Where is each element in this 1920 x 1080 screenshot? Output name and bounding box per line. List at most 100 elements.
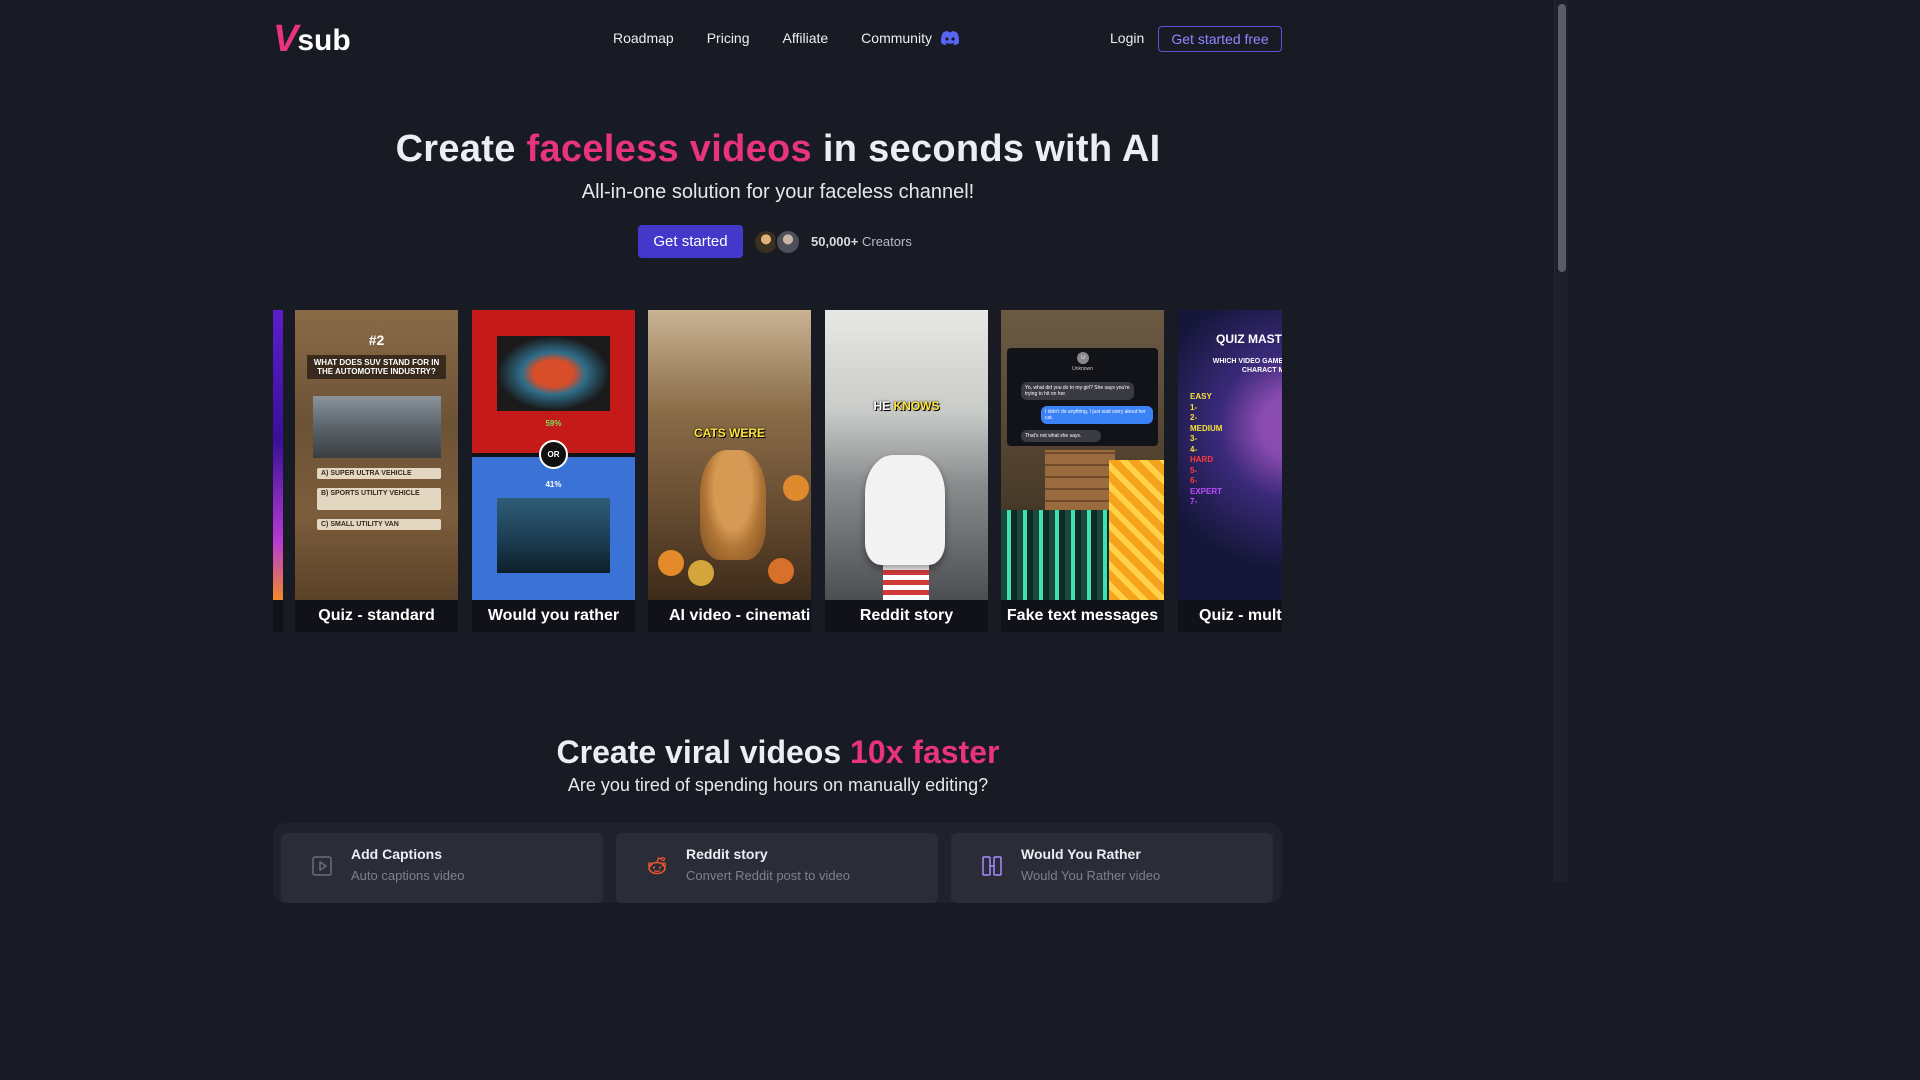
creators-label: Creators: [861, 234, 912, 249]
caption-overlay: HE KNOWS: [825, 399, 988, 413]
nav-link-affiliate[interactable]: Affiliate: [783, 30, 829, 46]
feature-title: Add Captions: [351, 846, 442, 862]
template-thumbnail: 59% 41% OR: [472, 310, 635, 600]
page-scrollbar[interactable]: [1554, 0, 1568, 882]
quiz-question: WHAT DOES SUV STAND FOR IN THE AUTOMOTIV…: [307, 355, 446, 379]
creator-avatars: [753, 228, 801, 255]
nav-link-roadmap[interactable]: Roadmap: [613, 30, 674, 46]
top-navbar: V sub Roadmap Pricing Affiliate Communit…: [273, 18, 1282, 60]
option-b-percent: 41%: [545, 480, 562, 489]
feature-title: Reddit story: [686, 846, 768, 862]
message-incoming: Yo, what did you do to my girl? She says…: [1021, 382, 1134, 400]
level-item: 3-: [1190, 434, 1198, 443]
avatar: [775, 228, 801, 255]
hero-title-accent: faceless videos: [526, 128, 812, 170]
caption-yellow: KNOWS: [893, 399, 940, 413]
level-label: MEDIUM: [1190, 423, 1223, 433]
race-track: [883, 560, 929, 600]
nav-link-pricing[interactable]: Pricing: [707, 30, 750, 46]
or-badge: OR: [539, 440, 568, 469]
creators-number: 50,000+: [811, 234, 859, 249]
feature-description: Convert Reddit post to video: [686, 868, 851, 883]
level-item: 2-: [1190, 413, 1198, 422]
level-item: 6-: [1190, 476, 1198, 485]
hero-title-pre: Create: [395, 128, 527, 170]
contact-avatar: U: [1077, 352, 1089, 364]
hero-subtitle: All-in-one solution for your faceless ch…: [581, 181, 975, 203]
chat-screen: U Unknown Yo, what did you do to my girl…: [1007, 348, 1158, 446]
hero-title-post: in seconds with AI: [811, 128, 1161, 170]
template-card-ai-cinematic[interactable]: CATS WERE AI video - cinematic: [648, 310, 811, 632]
features-panel: Add Captions Auto captions video Reddit …: [273, 823, 1282, 903]
logo-v-mark: V: [273, 18, 298, 60]
level-item: 1-: [1190, 402, 1198, 412]
template-thumbnail: QUIZ MAST WHICH VIDEO GAME F FEATURES A …: [1178, 310, 1282, 600]
feature-card-would-you-rather[interactable]: Would You Rather Would You Rather video: [951, 833, 1273, 903]
get-started-free-button[interactable]: Get started free: [1158, 26, 1282, 52]
get-started-button[interactable]: Get started: [638, 225, 743, 258]
video-template-carousel[interactable]: #2 WHAT DOES SUV STAND FOR IN THE AUTOMO…: [273, 310, 1282, 632]
hero-cta-row: Get started 50,000+ Creators: [638, 225, 912, 258]
contact-name: Unknown: [1072, 366, 1093, 372]
scrollbar-thumb[interactable]: [1558, 4, 1566, 272]
template-thumbnail: CATS WERE: [648, 310, 811, 600]
template-card-reddit-story[interactable]: HE KNOWS Reddit story: [825, 310, 988, 632]
template-thumbnail: HE KNOWS: [825, 310, 988, 600]
minecraft-ore: [1001, 510, 1109, 600]
creators-count: 50,000+ Creators: [811, 234, 912, 249]
section-subtitle: Are you tired of spending hours on manua…: [567, 775, 989, 795]
quiz-image: [313, 396, 441, 458]
quiz-title: QUIZ MAST: [1216, 332, 1282, 346]
template-label: Would you rather: [472, 600, 635, 632]
template-label: AI video - cinematic: [648, 600, 811, 632]
quiz-option: A) SUPER ULTRA VEHICLE: [317, 468, 441, 479]
split-columns-icon: [982, 856, 1002, 876]
nav-link-community[interactable]: Community: [861, 30, 960, 46]
template-label: Fake text messages: [1001, 600, 1164, 632]
feature-card-add-captions[interactable]: Add Captions Auto captions video: [281, 833, 603, 903]
level-item: 5-: [1190, 465, 1198, 475]
vsub-logo[interactable]: V sub: [273, 18, 351, 60]
template-card-fake-text[interactable]: U Unknown Yo, what did you do to my girl…: [1001, 310, 1164, 632]
option-b-image: [497, 498, 610, 573]
template-card-quiz-standard[interactable]: #2 WHAT DOES SUV STAND FOR IN THE AUTOMO…: [295, 310, 458, 632]
template-label: Quiz - standard: [295, 600, 458, 632]
hero-title: Create faceless videos in seconds with A…: [0, 128, 1556, 171]
feature-description: Auto captions video: [351, 868, 465, 883]
section-title-pre: Create viral videos: [556, 734, 851, 770]
fruit: [768, 558, 794, 584]
level-label: EASY: [1190, 392, 1212, 401]
feature-card-reddit-story[interactable]: Reddit story Convert Reddit post to vide…: [616, 833, 938, 903]
fruit: [688, 560, 714, 586]
car: [865, 455, 945, 565]
section-title-accent: 10x faster: [850, 734, 1000, 770]
template-thumbnail: #2 WHAT DOES SUV STAND FOR IN THE AUTOMO…: [295, 310, 458, 600]
minecraft-lava: [1109, 460, 1164, 600]
quiz-question: WHICH VIDEO GAME F FEATURES A CHARACT MA…: [1212, 358, 1282, 374]
template-card-would-you-rather[interactable]: 59% 41% OR Would you rather: [472, 310, 635, 632]
nav-link-community-label: Community: [861, 30, 932, 46]
fruit: [658, 550, 684, 576]
message-outgoing: I didn't do anything, I just said sorry …: [1041, 406, 1153, 424]
fruit: [783, 475, 809, 501]
option-a-image: [497, 336, 610, 411]
template-label: Reddit story: [825, 600, 988, 632]
discord-icon: [940, 31, 960, 46]
template-label: [273, 600, 283, 632]
option-a-percent: 59%: [545, 419, 562, 428]
logo-text: sub: [297, 24, 351, 57]
quiz-option: B) SPORTS UTILITY VEHICLE: [317, 488, 441, 510]
level-label: EXPERT: [1190, 486, 1223, 496]
feature-description: Would You Rather video: [1021, 868, 1161, 883]
template-card-quiz-multi[interactable]: QUIZ MAST WHICH VIDEO GAME F FEATURES A …: [1178, 310, 1282, 632]
template-thumbnail: U Unknown Yo, what did you do to my girl…: [1001, 310, 1164, 600]
level-item: 7-: [1190, 497, 1198, 506]
reddit-icon: [647, 856, 667, 875]
template-thumbnail: [273, 310, 283, 600]
template-card[interactable]: [273, 310, 283, 632]
play-square-icon: [312, 856, 332, 876]
login-link[interactable]: Login: [1110, 30, 1144, 46]
quiz-option: C) SMALL UTILITY VAN: [317, 519, 441, 530]
nav-links: Roadmap Pricing Affiliate Community: [613, 30, 960, 46]
message-incoming: That's not what she says.: [1021, 430, 1101, 442]
